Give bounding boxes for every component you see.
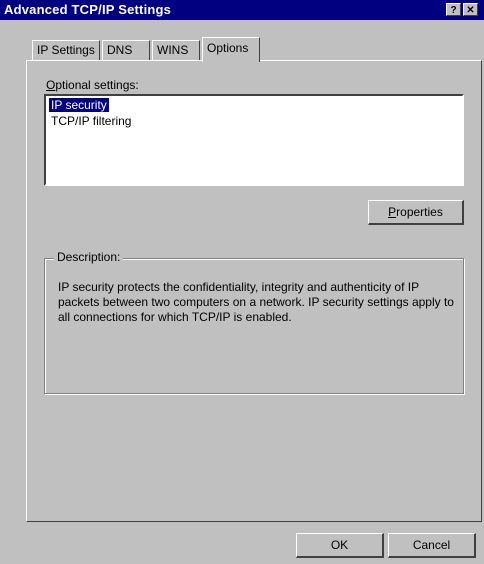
title-bar[interactable]: Advanced TCP/IP Settings ? ✕ [0, 0, 484, 20]
label-text: ptional settings: [55, 78, 139, 92]
optional-settings-list[interactable]: IP security TCP/IP filtering [44, 94, 464, 186]
ok-button[interactable]: OK [296, 533, 384, 558]
close-button[interactable]: ✕ [463, 3, 478, 16]
mnemonic: P [388, 205, 397, 219]
tab-wins[interactable]: WINS [152, 40, 200, 60]
tab-options[interactable]: Options [202, 37, 260, 62]
tab-label: DNS [107, 43, 133, 57]
optional-settings-label: Optional settings: [46, 78, 139, 92]
tab-label: IP Settings [37, 43, 95, 57]
list-item-ip-security[interactable]: IP security [49, 98, 109, 112]
mnemonic: O [46, 78, 56, 92]
list-item-tcpip-filtering[interactable]: TCP/IP filtering [49, 114, 133, 128]
description-text: IP security protects the confidentiality… [58, 280, 454, 324]
description-group [44, 258, 464, 394]
window-title: Advanced TCP/IP Settings [4, 2, 172, 17]
tab-label: WINS [157, 43, 189, 57]
tab-dns[interactable]: DNS [102, 40, 150, 60]
description-label: Description: [54, 250, 124, 264]
properties-button[interactable]: Properties [368, 200, 464, 225]
tab-label: Options [207, 41, 249, 55]
cancel-button[interactable]: Cancel [388, 533, 476, 558]
help-button[interactable]: ? [446, 3, 461, 16]
button-label: roperties [396, 205, 443, 219]
close-icon: ✕ [466, 5, 475, 16]
dialog-window: Advanced TCP/IP Settings ? ✕ IP Settings… [0, 0, 484, 564]
tab-ip-settings[interactable]: IP Settings [32, 40, 100, 60]
help-icon: ? [450, 5, 457, 16]
